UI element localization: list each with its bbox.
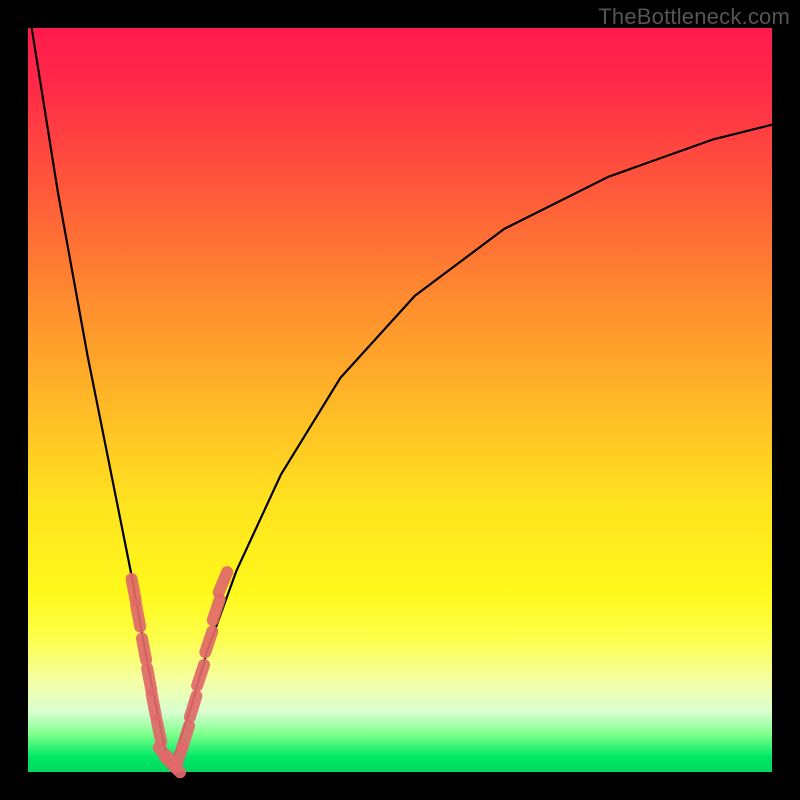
watermark-text: TheBottleneck.com: [598, 4, 790, 30]
sample-marker: [205, 631, 212, 652]
sample-marker: [136, 605, 140, 627]
sample-marker: [142, 638, 146, 660]
sample-marker: [147, 668, 151, 690]
chart-frame: TheBottleneck.com: [0, 0, 800, 800]
sample-marker: [197, 665, 204, 686]
sample-marker: [219, 572, 228, 592]
sample-marker: [190, 696, 197, 717]
chart-svg: [0, 0, 800, 800]
sample-marker: [213, 599, 220, 620]
sample-marker: [183, 726, 190, 747]
sample-marker: [152, 694, 156, 716]
marker-layer: [132, 572, 228, 772]
sample-marker: [157, 720, 162, 742]
sample-marker: [132, 579, 136, 601]
